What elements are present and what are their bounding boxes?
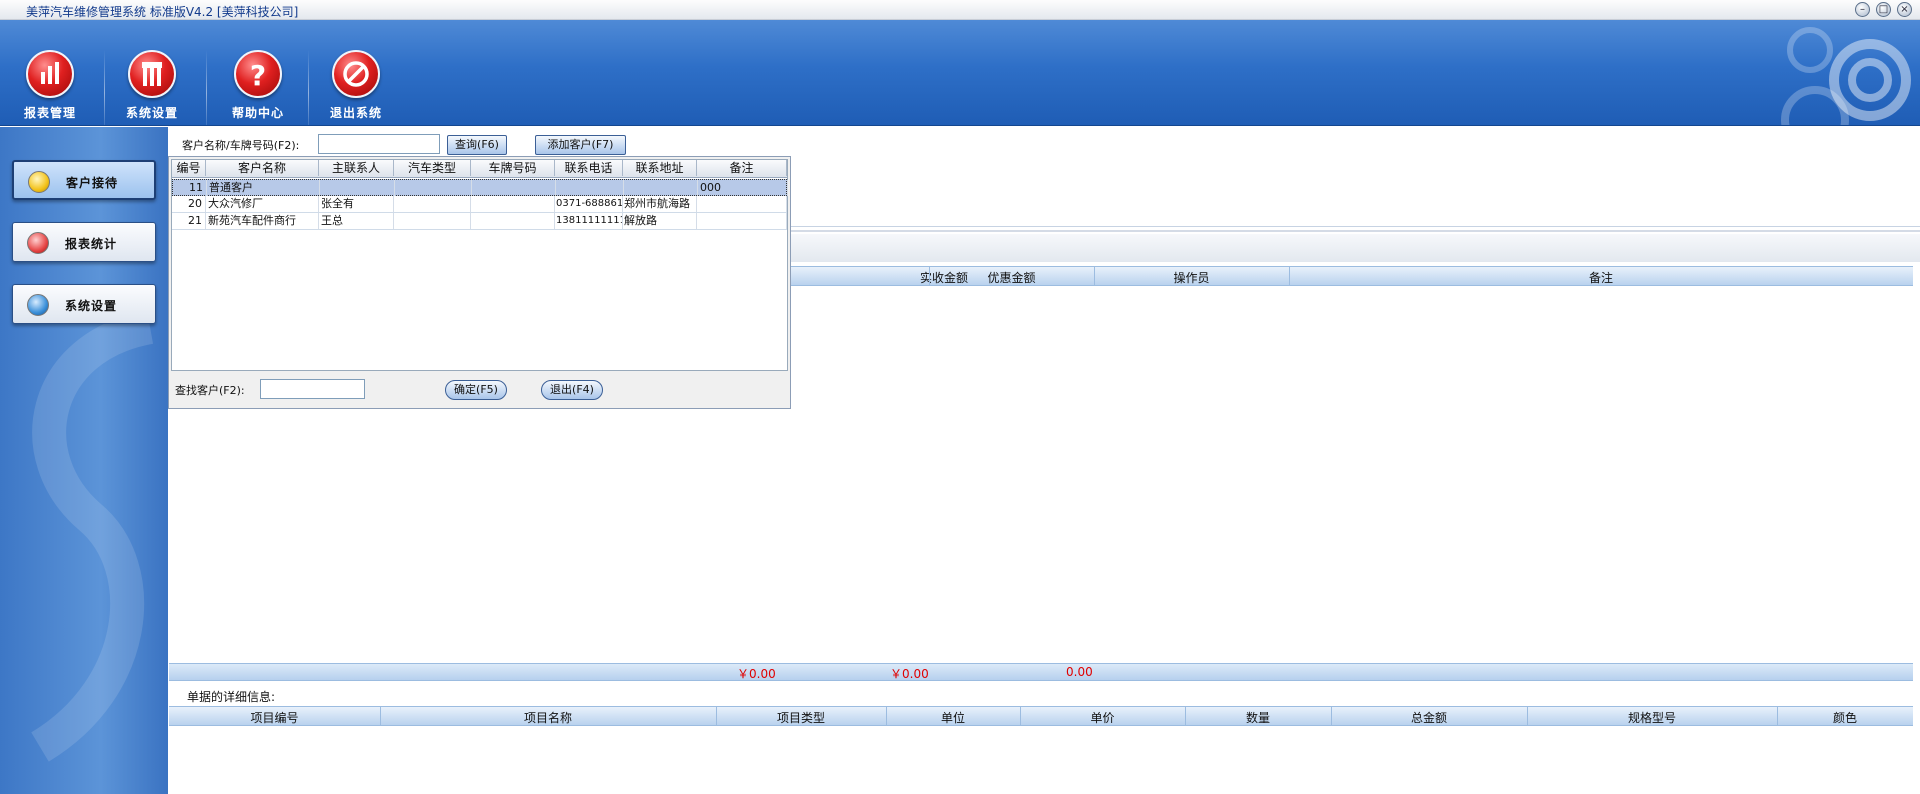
sidebar-item-system-settings[interactable]: 系统设置	[12, 284, 156, 324]
column-header: 编号	[172, 160, 206, 176]
cell-plate	[471, 196, 555, 212]
cell-address: 解放路	[623, 213, 697, 229]
bar-chart-icon	[26, 50, 74, 98]
add-customer-button[interactable]: 添加客户(F7)	[535, 135, 626, 155]
column-header: 单价	[1090, 711, 1115, 725]
help-icon: ?	[234, 50, 282, 98]
find-customer-label: 查找客户(F2):	[175, 384, 245, 397]
confirm-button[interactable]: 确定(F5)	[445, 380, 507, 400]
cell-phone	[556, 180, 624, 196]
report-management-button[interactable]: 报表管理	[0, 24, 100, 122]
exit-icon	[332, 50, 380, 98]
sidebar-item-label: 报表统计	[65, 237, 118, 251]
cell-note	[697, 213, 787, 229]
column-header: 总金额	[1410, 711, 1447, 725]
customer-grid-header: 编号 客户名称 主联系人 汽车类型 车牌号码 联系电话 联系地址 备注	[172, 160, 787, 178]
cell-car-type	[394, 213, 471, 229]
tools-icon	[128, 50, 176, 98]
yellow-dot-icon	[28, 171, 50, 193]
cell-id: 20	[172, 196, 206, 212]
cell-name: 大众汽修厂	[206, 196, 319, 212]
sidebar-item-label: 系统设置	[65, 299, 118, 313]
toolbar-label: 帮助中心	[231, 106, 284, 120]
column-header: 单位	[940, 711, 965, 725]
cell-phone: 13811111111	[555, 213, 623, 229]
column-header: 联系电话	[555, 160, 623, 176]
title-bar: 美萍汽车维修管理系统 标准版V4.2 [美萍科技公司] – □ ×	[0, 0, 1920, 20]
column-header: 客户名称	[206, 160, 319, 176]
other-total: 0.00	[1066, 665, 1093, 679]
cell-plate	[472, 180, 556, 196]
table-row[interactable]: 20 大众汽修厂 张全有 0371-688861 郑州市航海路	[172, 196, 787, 213]
cell-address	[624, 180, 698, 196]
cell-car-type	[394, 196, 471, 212]
column-header: 车牌号码	[471, 160, 555, 176]
cell-address: 郑州市航海路	[623, 196, 697, 212]
search-label: 客户名称/车牌号码(F2):	[182, 139, 300, 152]
column-header: 备注	[1588, 271, 1613, 285]
received-total: ￥0.00	[737, 667, 776, 681]
toolbar-label: 退出系统	[329, 106, 382, 120]
search-input[interactable]	[318, 134, 440, 154]
details-table-header: 项目编号 项目名称 项目类型 单位 单价 数量 总金额 规格型号 颜色	[169, 706, 1913, 726]
exit-system-button[interactable]: 退出系统	[306, 24, 406, 122]
column-header: 颜色	[1832, 711, 1857, 725]
bills-totals-bar: ￥0.00 ￥0.00 0.00	[169, 663, 1913, 681]
query-button[interactable]: 查询(F6)	[447, 135, 507, 155]
column-header: 操作员	[1173, 271, 1210, 285]
cell-plate	[471, 213, 555, 229]
details-label: 单据的详细信息:	[187, 690, 276, 704]
column-header: 优惠金额	[987, 271, 1036, 285]
cell-name: 普通客户	[207, 180, 320, 196]
sidebar-item-customer-reception[interactable]: 客户接待	[12, 160, 156, 200]
column-header: 项目编号	[250, 711, 299, 725]
cell-car-type	[395, 180, 472, 196]
close-icon[interactable]: ×	[1897, 2, 1912, 17]
column-header: 项目名称	[523, 711, 572, 725]
table-row[interactable]: 11 普通客户 000	[172, 179, 788, 196]
svg-text:?: ?	[250, 59, 266, 92]
column-header: 汽车类型	[394, 160, 471, 176]
column-header: 联系地址	[623, 160, 697, 176]
customer-grid: 编号 客户名称 主联系人 汽车类型 车牌号码 联系电话 联系地址 备注 11 普…	[171, 159, 788, 371]
red-dot-icon	[27, 232, 49, 254]
sidebar-item-label: 客户接待	[66, 176, 119, 190]
maximize-icon[interactable]: □	[1876, 2, 1891, 17]
column-header: 主联系人	[319, 160, 394, 176]
window-title: 美萍汽车维修管理系统 标准版V4.2 [美萍科技公司]	[26, 5, 299, 19]
column-header: 规格型号	[1627, 711, 1676, 725]
cell-contact: 王总	[319, 213, 394, 229]
toolbar-label: 系统设置	[125, 106, 178, 120]
minimize-icon[interactable]: –	[1855, 2, 1870, 17]
cell-contact	[320, 180, 395, 196]
column-header: 备注	[697, 160, 787, 176]
sidebar-item-report-statistics[interactable]: 报表统计	[12, 222, 156, 262]
sidebar: 客户接待 报表统计 系统设置	[0, 127, 168, 794]
cell-note	[697, 196, 787, 212]
toolbar: 报表管理 系统设置 ? 帮助中心 退出系统	[0, 20, 1920, 126]
column-header: 数量	[1245, 711, 1270, 725]
help-center-button[interactable]: ? 帮助中心	[208, 24, 308, 122]
blue-dot-icon	[27, 294, 49, 316]
find-customer-input[interactable]	[260, 379, 365, 399]
discount-total: ￥0.00	[890, 667, 929, 681]
gears-decoration	[1781, 27, 1911, 125]
cell-id: 11	[173, 180, 207, 196]
cell-note: 000	[698, 180, 788, 196]
customer-select-popup: 编号 客户名称 主联系人 汽车类型 车牌号码 联系电话 联系地址 备注 11 普…	[168, 156, 791, 409]
column-header: 项目类型	[776, 711, 825, 725]
toolbar-divider	[206, 50, 207, 125]
cell-name: 新苑汽车配件商行	[206, 213, 319, 229]
toolbar-label: 报表管理	[23, 106, 76, 120]
system-settings-button[interactable]: 系统设置	[102, 24, 202, 122]
cell-phone: 0371-688861	[555, 196, 623, 212]
cell-id: 21	[172, 213, 206, 229]
exit-button[interactable]: 退出(F4)	[541, 380, 603, 400]
cell-contact: 张全有	[319, 196, 394, 212]
table-row[interactable]: 21 新苑汽车配件商行 王总 13811111111 解放路	[172, 213, 787, 230]
